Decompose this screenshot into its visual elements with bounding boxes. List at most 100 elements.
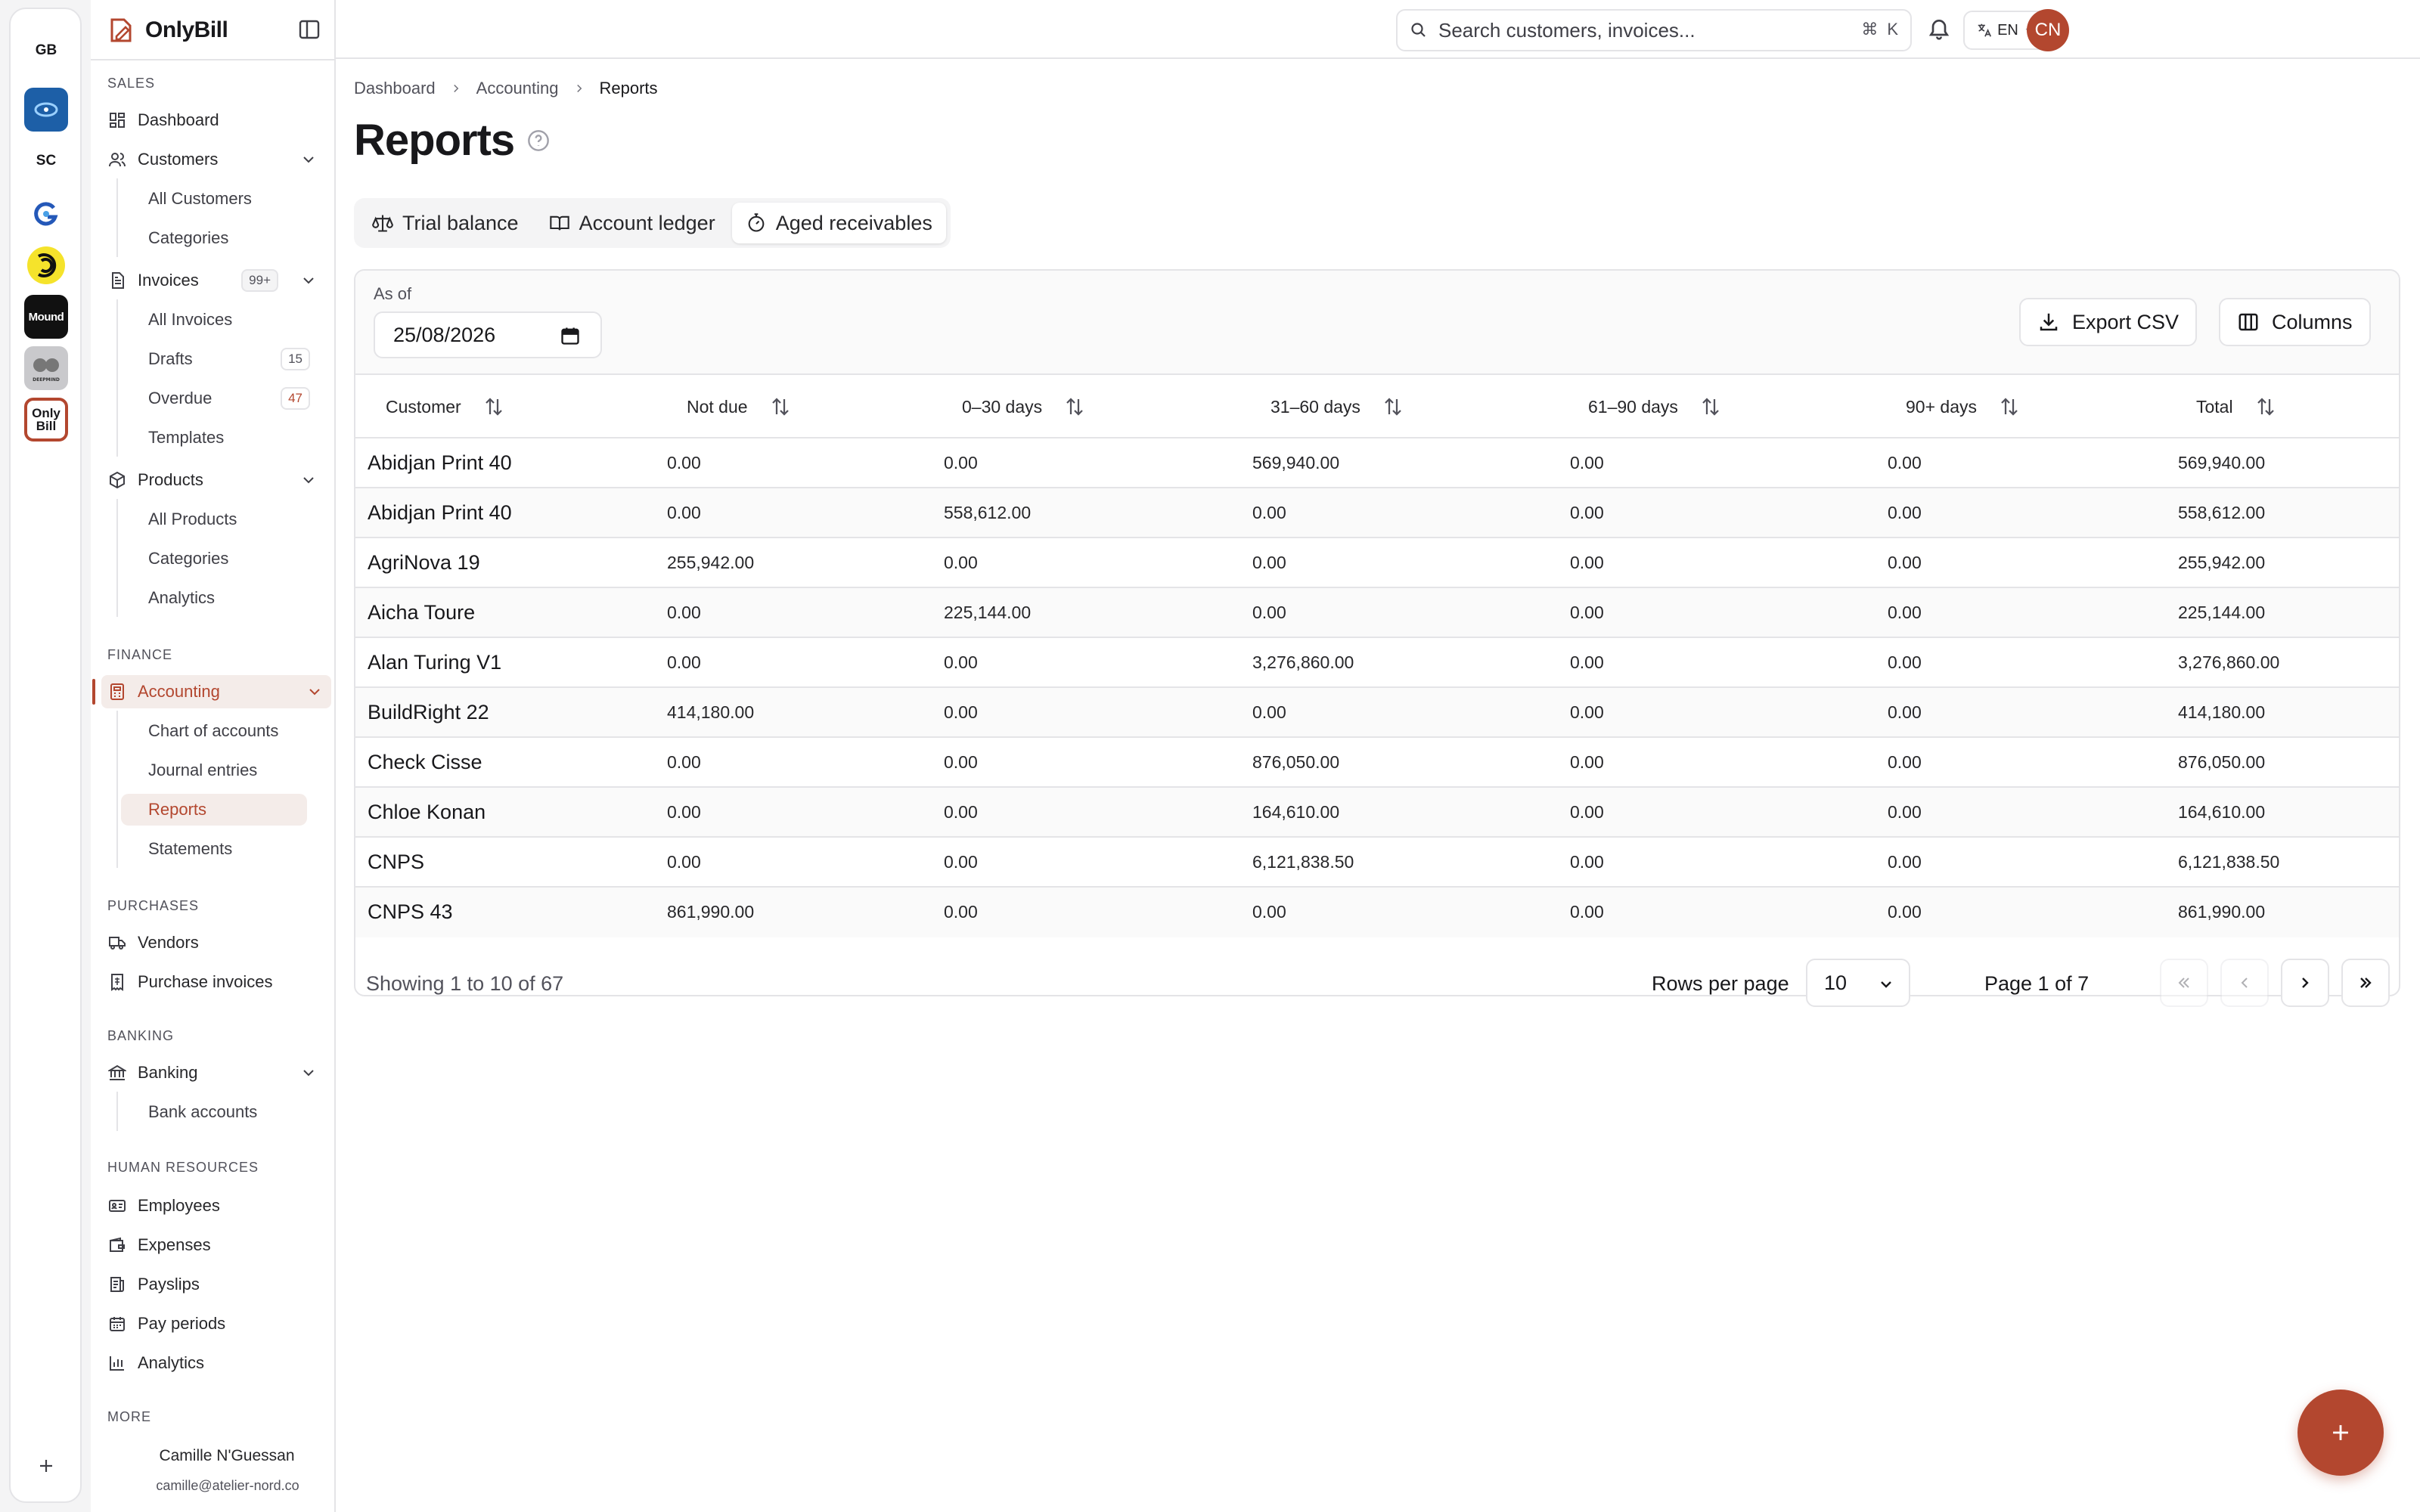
- sidebar-subitem-all-customers[interactable]: All Customers: [133, 183, 321, 215]
- cell-90-plus: 0.00: [1888, 602, 1922, 622]
- workspace-g[interactable]: [24, 192, 68, 236]
- table-body: Abidjan Print 40 0.00 0.00 569,940.00 0.…: [355, 438, 2399, 937]
- sidebar-item-label: Customers: [138, 150, 219, 169]
- sidebar-item-products[interactable]: Products: [107, 463, 325, 497]
- cell-90-plus: 0.00: [1888, 452, 1922, 472]
- sidebar-item-pay-periods[interactable]: Pay periods: [107, 1307, 325, 1340]
- table-row[interactable]: Alan Turing V1 0.00 0.00 3,276,860.00 0.…: [355, 638, 2399, 688]
- table-row[interactable]: Abidjan Print 40 0.00 0.00 569,940.00 0.…: [355, 438, 2399, 488]
- cell-61-90: 0.00: [1570, 851, 1604, 872]
- sidebar-item-label: Dashboard: [138, 110, 219, 129]
- column-header-label: 90+ days: [1906, 396, 1977, 417]
- breadcrumb-dashboard[interactable]: Dashboard: [354, 79, 436, 98]
- table-row[interactable]: Aicha Toure 0.00 225,144.00 0.00 0.00 0.…: [355, 588, 2399, 638]
- sidebar-item-payslips[interactable]: Payslips: [107, 1268, 325, 1301]
- previous-page-button[interactable]: [2220, 959, 2269, 1007]
- table-row[interactable]: Abidjan Print 40 0.00 558,612.00 0.00 0.…: [355, 488, 2399, 538]
- column-header-90-plus-days[interactable]: 90+ days: [1906, 375, 2021, 438]
- last-page-button[interactable]: [2341, 959, 2390, 1007]
- table-row[interactable]: CNPS 43 861,990.00 0.00 0.00 0.00 0.00 8…: [355, 888, 2399, 937]
- sidebar-item-expenses[interactable]: Expenses: [107, 1228, 325, 1262]
- search-input[interactable]: [1438, 18, 1794, 42]
- workspace-yellow[interactable]: [24, 243, 68, 287]
- sidebar-subitem-all-invoices[interactable]: All Invoices: [133, 304, 321, 336]
- sidebar-item-invoices[interactable]: Invoices 99+: [107, 264, 325, 297]
- help-circle-icon[interactable]: [526, 129, 551, 153]
- workspace-deepmind[interactable]: DEEPMIND: [24, 346, 68, 390]
- breadcrumb-reports: Reports: [599, 79, 658, 98]
- as-of-date-input[interactable]: 25/08/2026: [374, 311, 602, 358]
- sort-icon: [2001, 398, 2018, 416]
- main-content: Dashboard Accounting Reports Reports Tri…: [336, 59, 2420, 1512]
- first-page-button[interactable]: [2160, 959, 2208, 1007]
- table-row[interactable]: Chloe Konan 0.00 0.00 164,610.00 0.00 0.…: [355, 788, 2399, 838]
- sidebar-toggle-button[interactable]: [298, 18, 321, 41]
- table-row[interactable]: BuildRight 22 414,180.00 0.00 0.00 0.00 …: [355, 688, 2399, 738]
- sidebar-item-hr-analytics[interactable]: Analytics: [107, 1346, 325, 1380]
- column-header-0-30-days[interactable]: 0–30 days: [962, 375, 1086, 438]
- sidebar-subitem-customer-categories[interactable]: Categories: [133, 222, 321, 254]
- sidebar-item-employees[interactable]: Employees: [107, 1189, 325, 1222]
- sidebar-item-purchase-invoices[interactable]: Purchase invoices: [107, 965, 325, 999]
- next-page-button[interactable]: [2281, 959, 2329, 1007]
- sidebar-subitem-bank-accounts[interactable]: Bank accounts: [133, 1096, 321, 1128]
- tab-label: Trial balance: [402, 211, 519, 234]
- sidebar-subitem-statements[interactable]: Statements: [133, 833, 321, 865]
- sidebar-subitem-journal-entries[interactable]: Journal entries: [133, 754, 321, 786]
- tab-aged-receivables[interactable]: Aged receivables: [731, 203, 946, 243]
- workspace-mound[interactable]: Mound: [24, 295, 68, 339]
- sidebar-subitem-chart-of-accounts[interactable]: Chart of accounts: [133, 715, 321, 747]
- sidebar-subitem-overdue[interactable]: Overdue 47: [133, 383, 321, 414]
- users-icon: [109, 153, 126, 167]
- workspace-sc[interactable]: SC: [24, 139, 68, 183]
- table-row[interactable]: Check Cisse 0.00 0.00 876,050.00 0.00 0.…: [355, 738, 2399, 788]
- sidebar-subitem-label: Drafts: [148, 349, 193, 368]
- sidebar-item-customers[interactable]: Customers: [107, 143, 325, 176]
- column-header-not-due[interactable]: Not due: [687, 375, 792, 438]
- tab-account-ledger[interactable]: Account ledger: [535, 203, 729, 243]
- notifications-button[interactable]: [1927, 17, 1951, 41]
- column-header-31-60-days[interactable]: 31–60 days: [1270, 375, 1404, 438]
- columns-button[interactable]: Columns: [2219, 298, 2371, 346]
- sidebar-subitem-product-categories[interactable]: Categories: [133, 543, 321, 575]
- create-new-button[interactable]: [2297, 1390, 2384, 1476]
- sidebar-subitem-drafts[interactable]: Drafts 15: [133, 343, 321, 375]
- column-header-customer[interactable]: Customer: [386, 375, 505, 438]
- sidebar-item-dashboard[interactable]: Dashboard: [107, 104, 325, 137]
- cell-not-due: 0.00: [667, 452, 701, 472]
- sidebar-subitem-templates[interactable]: Templates: [133, 422, 321, 454]
- sidebar-item-banking[interactable]: Banking: [107, 1056, 325, 1089]
- sidebar-item-label: Analytics: [138, 1353, 205, 1372]
- drafts-count-badge: 15: [281, 348, 310, 370]
- workspace-gb[interactable]: GB: [24, 29, 68, 73]
- table-row[interactable]: AgriNova 19 255,942.00 0.00 0.00 0.00 0.…: [355, 538, 2399, 588]
- column-header-61-90-days[interactable]: 61–90 days: [1588, 375, 1722, 438]
- cell-customer: Abidjan Print 40: [368, 451, 512, 474]
- cell-total: 6,121,838.50: [2178, 851, 2280, 872]
- sidebar-subitem-reports[interactable]: Reports: [121, 794, 307, 826]
- column-header-total[interactable]: Total: [2196, 375, 2277, 438]
- export-csv-button[interactable]: Export CSV: [2019, 298, 2198, 346]
- avatar[interactable]: CN: [2027, 9, 2069, 51]
- cell-total: 414,180.00: [2178, 702, 2266, 722]
- search-box[interactable]: ⌘ K: [1396, 9, 1912, 51]
- add-workspace-button[interactable]: [35, 1455, 57, 1477]
- workspace-blue[interactable]: [24, 88, 68, 132]
- breadcrumb-accounting[interactable]: Accounting: [476, 79, 559, 98]
- workspace-onlybill[interactable]: Only Bill: [24, 398, 68, 442]
- sidebar-subitem-product-analytics[interactable]: Analytics: [133, 582, 321, 614]
- sidebar-item-vendors[interactable]: Vendors: [107, 926, 325, 959]
- brand[interactable]: OnlyBill: [107, 14, 228, 47]
- sidebar-item-label: Banking: [138, 1063, 198, 1082]
- shortcut-cmd: ⌘: [1861, 20, 1879, 39]
- cell-not-due: 0.00: [667, 801, 701, 822]
- cell-0-30: 0.00: [944, 702, 978, 722]
- table-row[interactable]: CNPS 0.00 0.00 6,121,838.50 0.00 0.00 6,…: [355, 838, 2399, 888]
- user-name[interactable]: Camille N'Guessan: [144, 1447, 310, 1465]
- rows-per-page-select[interactable]: 10: [1806, 959, 1910, 1007]
- sidebar-item-accounting[interactable]: Accounting: [101, 675, 331, 708]
- sidebar-subitem-all-products[interactable]: All Products: [133, 503, 321, 535]
- cell-total: 876,050.00: [2178, 751, 2266, 772]
- submenu-guide-line: [116, 299, 118, 457]
- tab-trial-balance[interactable]: Trial balance: [358, 203, 532, 243]
